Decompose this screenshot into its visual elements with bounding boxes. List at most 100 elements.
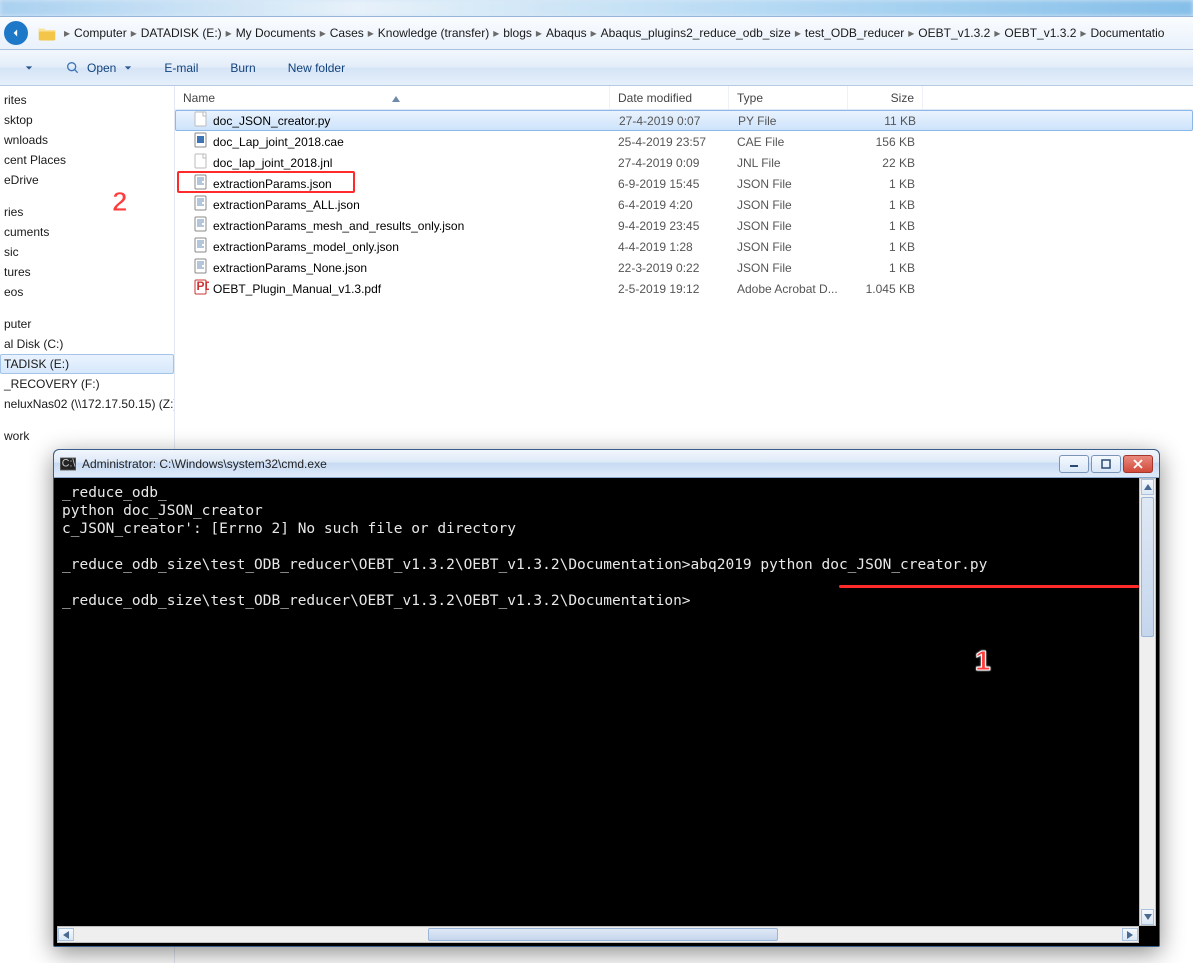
file-name: extractionParams.json bbox=[213, 177, 332, 191]
file-type: JSON File bbox=[729, 219, 848, 233]
breadcrumb-segment[interactable]: Documentatio bbox=[1090, 26, 1164, 40]
file-row[interactable]: extractionParams.json6-9-2019 15:45JSON … bbox=[175, 173, 1193, 194]
nav-back-button[interactable] bbox=[4, 21, 28, 45]
nav-item[interactable]: sic bbox=[0, 242, 174, 262]
file-date: 6-4-2019 4:20 bbox=[610, 198, 729, 212]
nav-item[interactable]: ries bbox=[0, 202, 174, 222]
nav-item[interactable]: cuments bbox=[0, 222, 174, 242]
nav-item[interactable]: eos bbox=[0, 282, 174, 302]
file-icon bbox=[193, 174, 209, 193]
nav-item[interactable]: sktop bbox=[0, 110, 174, 130]
nav-item[interactable]: tures bbox=[0, 262, 174, 282]
file-date: 2-5-2019 19:12 bbox=[610, 282, 729, 296]
file-row[interactable]: extractionParams_model_only.json4-4-2019… bbox=[175, 236, 1193, 257]
file-row[interactable]: extractionParams_ALL.json6-4-2019 4:20JS… bbox=[175, 194, 1193, 215]
file-type: Adobe Acrobat D... bbox=[729, 282, 848, 296]
scroll-left-icon[interactable] bbox=[58, 928, 74, 941]
file-type: JSON File bbox=[729, 198, 848, 212]
file-size: 22 KB bbox=[848, 156, 923, 170]
file-row[interactable]: extractionParams_mesh_and_results_only.j… bbox=[175, 215, 1193, 236]
breadcrumb-segment[interactable]: My Documents bbox=[236, 26, 316, 40]
breadcrumb-segment[interactable]: Abaqus_plugins2_reduce_odb_size bbox=[601, 26, 791, 40]
nav-item[interactable]: wnloads bbox=[0, 130, 174, 150]
close-button[interactable] bbox=[1123, 455, 1153, 473]
file-name: doc_Lap_joint_2018.cae bbox=[213, 135, 344, 149]
new-folder-button[interactable]: New folder bbox=[277, 56, 356, 80]
file-size: 1 KB bbox=[848, 240, 923, 254]
caret-down-icon bbox=[124, 64, 132, 72]
email-button[interactable]: E-mail bbox=[153, 56, 209, 80]
file-row[interactable]: PDFOEBT_Plugin_Manual_v1.3.pdf 2-5-2019 1… bbox=[175, 278, 1193, 299]
nav-item[interactable]: TADISK (E:) bbox=[0, 354, 174, 374]
column-type[interactable]: Type bbox=[729, 86, 848, 109]
file-name: extractionParams_mesh_and_results_only.j… bbox=[213, 219, 464, 233]
file-size: 1 KB bbox=[848, 198, 923, 212]
scroll-thumb[interactable] bbox=[1141, 497, 1154, 637]
open-button[interactable]: Open bbox=[54, 55, 143, 81]
file-row[interactable]: doc_Lap_joint_2018.cae25-4-2019 23:57CAE… bbox=[175, 131, 1193, 152]
scroll-down-icon[interactable] bbox=[1141, 909, 1154, 925]
nav-item[interactable]: work bbox=[0, 426, 174, 446]
scroll-up-icon[interactable] bbox=[1141, 479, 1154, 495]
column-size[interactable]: Size bbox=[848, 86, 923, 109]
breadcrumb-segment[interactable]: blogs bbox=[503, 26, 532, 40]
file-date: 9-4-2019 23:45 bbox=[610, 219, 729, 233]
open-label: Open bbox=[87, 61, 116, 75]
column-headers[interactable]: Name Date modified Type Size bbox=[175, 86, 1193, 110]
burn-label: Burn bbox=[230, 61, 255, 75]
nav-item[interactable]: eDrive bbox=[0, 170, 174, 190]
column-name[interactable]: Name bbox=[175, 86, 610, 109]
background-taskbar-blur bbox=[0, 0, 1193, 16]
breadcrumb-segment[interactable]: test_ODB_reducer bbox=[805, 26, 904, 40]
svg-text:PDF: PDF bbox=[197, 279, 210, 293]
nav-item[interactable]: al Disk (C:) bbox=[0, 334, 174, 354]
minimize-button[interactable] bbox=[1059, 455, 1089, 473]
arrow-left-icon bbox=[9, 26, 23, 40]
breadcrumb-segment[interactable]: Cases bbox=[330, 26, 364, 40]
chevron-right-icon: ▸ bbox=[536, 26, 542, 40]
nav-item[interactable]: cent Places bbox=[0, 150, 174, 170]
breadcrumb-segment[interactable]: Knowledge (transfer) bbox=[378, 26, 489, 40]
file-icon bbox=[193, 237, 209, 256]
file-row[interactable]: doc_lap_joint_2018.jnl27-4-2019 0:09JNL … bbox=[175, 152, 1193, 173]
file-name: doc_lap_joint_2018.jnl bbox=[213, 156, 332, 170]
file-row[interactable]: extractionParams_None.json22-3-2019 0:22… bbox=[175, 257, 1193, 278]
chevron-right-icon: ▸ bbox=[320, 26, 326, 40]
cmd-scrollbar-horizontal[interactable] bbox=[57, 926, 1139, 943]
file-date: 27-4-2019 0:09 bbox=[610, 156, 729, 170]
nav-item[interactable]: rites bbox=[0, 90, 174, 110]
cmd-icon: C:\ bbox=[60, 457, 76, 471]
breadcrumb-segment[interactable]: Computer bbox=[74, 26, 127, 40]
scroll-right-icon[interactable] bbox=[1122, 928, 1138, 941]
nav-item[interactable]: puter bbox=[0, 314, 174, 334]
cmd-scrollbar-vertical[interactable] bbox=[1139, 478, 1156, 926]
maximize-button[interactable] bbox=[1091, 455, 1121, 473]
cmd-window[interactable]: C:\ Administrator: C:\Windows\system32\c… bbox=[53, 449, 1160, 947]
file-icon bbox=[193, 216, 209, 235]
breadcrumb-segment[interactable]: OEBT_v1.3.2 bbox=[1004, 26, 1076, 40]
svg-text:C:\: C:\ bbox=[62, 457, 76, 469]
file-name: doc_JSON_creator.py bbox=[213, 114, 330, 128]
file-date: 25-4-2019 23:57 bbox=[610, 135, 729, 149]
file-icon bbox=[193, 153, 209, 172]
column-date[interactable]: Date modified bbox=[610, 86, 729, 109]
file-row[interactable]: doc_JSON_creator.py27-4-2019 0:07PY File… bbox=[175, 110, 1193, 131]
file-size: 1 KB bbox=[848, 177, 923, 191]
file-size: 11 KB bbox=[849, 114, 924, 128]
breadcrumb-segment[interactable]: Abaqus bbox=[546, 26, 587, 40]
burn-button[interactable]: Burn bbox=[219, 56, 266, 80]
email-label: E-mail bbox=[164, 61, 198, 75]
caret-down-icon bbox=[25, 64, 33, 72]
file-name: OEBT_Plugin_Manual_v1.3.pdf bbox=[213, 282, 381, 296]
organize-button[interactable] bbox=[6, 59, 44, 77]
file-type: JSON File bbox=[729, 240, 848, 254]
breadcrumb-segment[interactable]: DATADISK (E:) bbox=[141, 26, 222, 40]
nav-item[interactable]: neluxNas02 (\\172.17.50.15) (Z:) bbox=[0, 394, 174, 414]
cmd-titlebar[interactable]: C:\ Administrator: C:\Windows\system32\c… bbox=[54, 450, 1159, 478]
breadcrumb-segment[interactable]: OEBT_v1.3.2 bbox=[918, 26, 990, 40]
file-type: JSON File bbox=[729, 261, 848, 275]
nav-item[interactable]: _RECOVERY (F:) bbox=[0, 374, 174, 394]
chevron-right-icon: ▸ bbox=[64, 26, 70, 40]
scroll-thumb[interactable] bbox=[428, 928, 778, 941]
cmd-output[interactable]: _reduce_odb_ python doc_JSON_creator c_J… bbox=[54, 478, 1159, 946]
